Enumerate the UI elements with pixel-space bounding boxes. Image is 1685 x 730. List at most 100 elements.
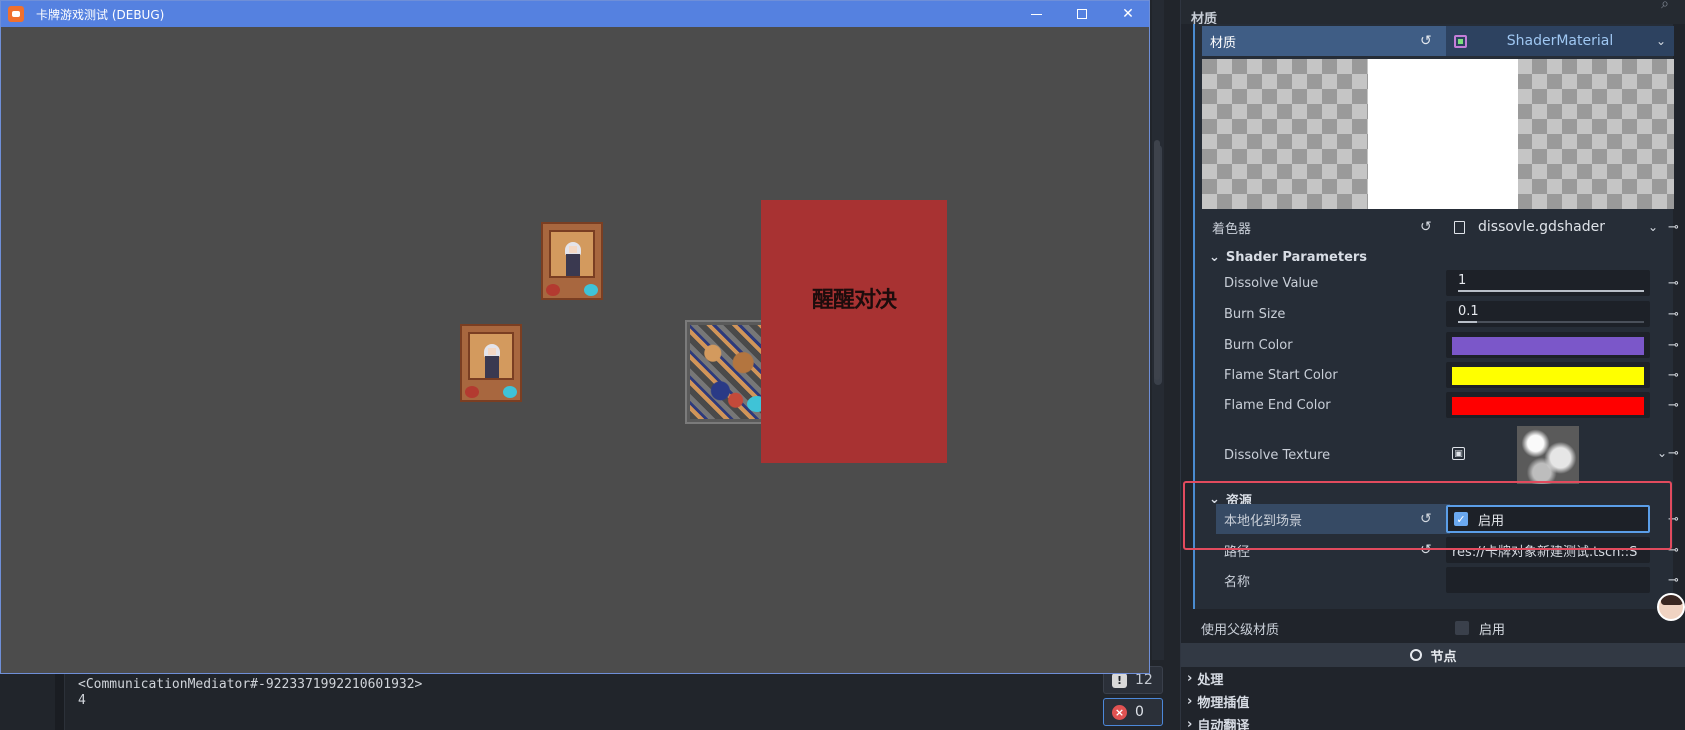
- slider-value: 0.1: [1458, 304, 1479, 319]
- key-icon[interactable]: ⊸: [1668, 338, 1679, 353]
- key-icon[interactable]: ⊸: [1668, 573, 1679, 588]
- chevron-down-icon[interactable]: ⌄: [1648, 220, 1658, 234]
- material-row[interactable]: 材质 ↺ ShaderMaterial ⌄: [1202, 26, 1674, 56]
- key-icon[interactable]: ⊸: [1668, 220, 1679, 235]
- material-resource-picker[interactable]: ShaderMaterial ⌄: [1446, 26, 1674, 56]
- inspector-panel: 材质 ⌕ 材质 ↺ ShaderMaterial ⌄ 着色器 ↺ dissovl…: [1180, 0, 1685, 730]
- color-swatch: [1452, 367, 1644, 385]
- dissolve-value-row[interactable]: Dissolve Value 1 ⊸: [1202, 268, 1679, 298]
- flame-end-color-label: Flame End Color: [1224, 397, 1331, 413]
- dissolve-texture-label: Dissolve Texture: [1224, 447, 1331, 463]
- card-attack-gem: [546, 284, 560, 296]
- error-icon: ×: [1112, 704, 1127, 720]
- section-auto-translate[interactable]: › 自动翻译: [1187, 715, 1249, 730]
- local-to-scene-label: 本地化到场景: [1224, 513, 1303, 529]
- burn-size-row[interactable]: Burn Size 0.1 ⊸: [1202, 299, 1679, 329]
- material-preview: [1202, 59, 1674, 209]
- shader-resource-picker[interactable]: dissovle.gdshader ⌄: [1446, 214, 1666, 240]
- section-process-title: 处理: [1197, 673, 1224, 688]
- console-line: 4: [78, 693, 86, 708]
- node-icon: [1410, 649, 1423, 661]
- close-button[interactable]: ✕: [1105, 1, 1151, 27]
- maximize-button[interactable]: [1059, 1, 1105, 27]
- section-auto-title: 自动翻译: [1197, 719, 1250, 730]
- key-icon[interactable]: ⊸: [1668, 276, 1679, 291]
- name-row[interactable]: 名称 ⊸: [1202, 565, 1679, 595]
- avatar[interactable]: [1657, 593, 1685, 621]
- dissolving-card[interactable]: [685, 320, 771, 424]
- color-swatch: [1452, 337, 1644, 355]
- game-viewport[interactable]: 醒醒对决: [1, 27, 1149, 673]
- flame-start-color-row[interactable]: Flame Start Color ⊸: [1202, 360, 1679, 390]
- section-physics-title: 物理插值: [1197, 696, 1250, 711]
- search-icon[interactable]: ⌕: [1661, 0, 1669, 12]
- window-titlebar[interactable]: 卡牌游戏测试 (DEBUG) ✕: [1, 1, 1149, 27]
- key-icon[interactable]: ⊸: [1668, 446, 1679, 461]
- red-drop-panel[interactable]: 醒醒对决: [761, 200, 947, 463]
- use-parent-material-label: 使用父级材质: [1201, 622, 1280, 638]
- card-art: [468, 332, 514, 380]
- slider-fill: [1458, 321, 1477, 323]
- errors-count: 0: [1135, 704, 1144, 720]
- dissolve-value-slider[interactable]: 1: [1446, 270, 1650, 296]
- card[interactable]: [460, 324, 522, 402]
- use-parent-material-checkbox[interactable]: [1455, 621, 1469, 635]
- burn-color-row[interactable]: Burn Color ⊸: [1202, 330, 1679, 360]
- shader-value: dissovle.gdshader: [1478, 219, 1605, 235]
- shader-parameters-header[interactable]: ⌄ Shader Parameters: [1209, 250, 1367, 265]
- key-icon[interactable]: ⊸: [1668, 368, 1679, 383]
- checkbox-label: 启用: [1479, 622, 1506, 638]
- panel-label: 醒醒对决: [811, 288, 897, 313]
- card-mana-gem: [584, 284, 598, 296]
- warnings-count: 12: [1135, 672, 1153, 688]
- slider-track: [1458, 290, 1644, 292]
- window-title: 卡牌游戏测试 (DEBUG): [36, 7, 165, 22]
- chevron-down-icon[interactable]: ⌄: [1657, 446, 1667, 460]
- name-input[interactable]: [1446, 567, 1650, 593]
- name-label: 名称: [1224, 574, 1251, 590]
- revert-icon[interactable]: ↺: [1420, 511, 1432, 527]
- game-window: 卡牌游戏测试 (DEBUG) ✕ 醒醒对决: [0, 0, 1150, 674]
- flame-start-color-picker[interactable]: [1446, 362, 1650, 388]
- flame-end-color-row[interactable]: Flame End Color ⊸: [1202, 390, 1679, 420]
- flame-end-color-picker[interactable]: [1446, 392, 1650, 418]
- use-parent-material-row[interactable]: 使用父级材质 启用: [1193, 614, 1673, 642]
- errors-counter-button[interactable]: × 0: [1103, 698, 1163, 726]
- revert-icon[interactable]: ↺: [1420, 219, 1432, 235]
- slider-track: [1458, 321, 1644, 323]
- inspector-top-bar: 材质 ⌕: [1181, 0, 1685, 27]
- close-icon: ✕: [1122, 6, 1134, 22]
- minimize-button[interactable]: [1013, 1, 1059, 27]
- godot-app-icon: [8, 6, 24, 22]
- warning-icon: !: [1112, 672, 1127, 688]
- noise-texture-thumbnail[interactable]: [1517, 426, 1579, 484]
- card-art: [549, 230, 595, 278]
- burn-color-label: Burn Color: [1224, 337, 1293, 353]
- section-process[interactable]: › 处理: [1187, 669, 1223, 688]
- card[interactable]: [541, 222, 603, 300]
- shader-row[interactable]: 着色器 ↺ dissovle.gdshader ⌄ ⊸: [1202, 212, 1679, 242]
- card-mana-gem: [503, 386, 517, 398]
- material-label: 材质: [1210, 35, 1237, 51]
- shader-parameters-title: Shader Parameters: [1225, 250, 1368, 265]
- material-value: ShaderMaterial: [1506, 33, 1614, 49]
- game-window-scrollbar[interactable]: [1154, 140, 1160, 380]
- slider-value: 1: [1458, 273, 1467, 288]
- section-physics-interpolation[interactable]: › 物理插值: [1187, 692, 1249, 711]
- key-icon[interactable]: ⊸: [1668, 398, 1679, 413]
- chevron-right-icon: ›: [1187, 671, 1193, 686]
- revert-icon[interactable]: ↺: [1420, 33, 1432, 49]
- node-section-title: 节点: [1430, 649, 1457, 665]
- chevron-right-icon: ›: [1187, 717, 1193, 730]
- maximize-icon: [1077, 9, 1087, 19]
- burn-size-slider[interactable]: 0.1: [1446, 301, 1650, 327]
- node-section-header[interactable]: 节点: [1181, 643, 1685, 667]
- image-icon: ▣: [1452, 447, 1465, 460]
- burn-color-picker[interactable]: [1446, 332, 1650, 358]
- flame-start-color-label: Flame Start Color: [1224, 367, 1338, 383]
- dissolve-texture-row[interactable]: Dissolve Texture ▣ ⌄ ⊸: [1202, 426, 1679, 484]
- chevron-down-icon[interactable]: ⌄: [1656, 34, 1666, 48]
- preview-sphere: [1368, 59, 1518, 209]
- slider-fill: [1458, 290, 1644, 292]
- key-icon[interactable]: ⊸: [1668, 307, 1679, 322]
